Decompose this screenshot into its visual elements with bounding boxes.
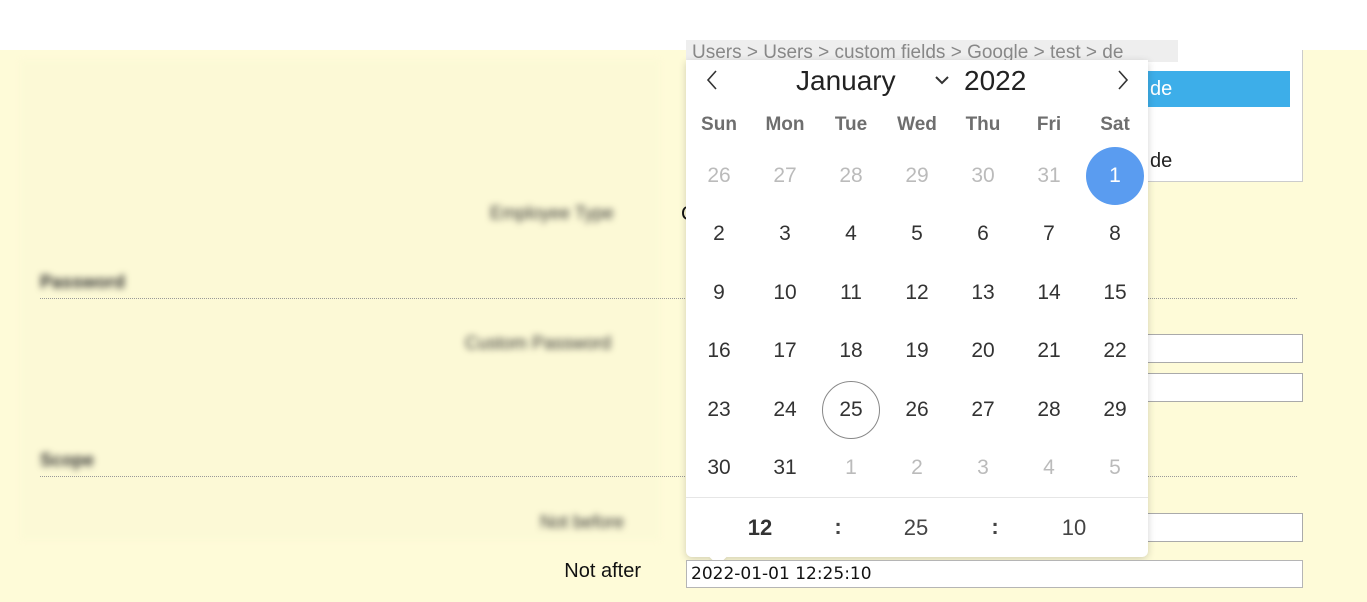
calendar-day[interactable]: 16 [690,322,748,380]
calendar-day-outside[interactable]: 1 [822,439,880,497]
calendar-day[interactable]: 26 [888,381,946,439]
list-item[interactable]: de [1148,143,1290,179]
breadcrumb: Users > Users > custom fields > Google >… [686,40,1178,62]
calendar-day-outside[interactable]: 5 [1086,439,1144,497]
calendar-day-outside[interactable]: 31 [1020,147,1078,205]
list-item-selected[interactable]: de [1148,71,1290,107]
minute-input[interactable]: 25 [886,498,946,558]
calendar-day[interactable]: 2 [690,205,748,263]
calendar-day[interactable]: 18 [822,322,880,380]
employee-type-label: Employee Type [490,203,614,223]
password-section-heading: Password [40,272,126,292]
calendar-day[interactable]: 29 [1086,381,1144,439]
not-before-label: Not before [540,512,625,532]
calendar-day-today[interactable]: 25 [822,381,880,439]
calendar-day[interactable]: 30 [690,439,748,497]
calendar-day-outside[interactable]: 29 [888,147,946,205]
weekday-label: Fri [1036,114,1062,135]
not-before-input[interactable] [1140,513,1303,542]
time-separator: : [991,514,999,539]
scope-section-heading: Scope [40,450,95,470]
calendar-day[interactable]: 24 [756,381,814,439]
calendar-day-outside[interactable]: 4 [1020,439,1078,497]
calendar-day[interactable]: 23 [690,381,748,439]
prev-month-button[interactable] [698,66,726,94]
date-picker-popup: January 2022 Sun Mon Tue Wed Thu Fri Sat 26 27 2… [686,60,1148,566]
calendar-day[interactable]: 22 [1086,322,1144,380]
calendar-day-outside[interactable]: 27 [756,147,814,205]
calendar-day-outside[interactable]: 26 [690,147,748,205]
calendar-day-outside[interactable]: 28 [822,147,880,205]
chevron-down-icon[interactable] [934,72,950,88]
weekday-label: Tue [834,114,868,135]
calendar-day[interactable]: 12 [888,264,946,322]
custom-password-repeat-input[interactable] [1140,373,1303,402]
calendar-day[interactable]: 9 [690,264,748,322]
custom-password-input[interactable] [1140,334,1303,363]
calendar-day[interactable]: 19 [888,322,946,380]
calendar-day[interactable]: 28 [1020,381,1078,439]
calendar-day[interactable]: 10 [756,264,814,322]
calendar-day-outside[interactable]: 30 [954,147,1012,205]
calendar-day[interactable]: 27 [954,381,1012,439]
time-picker: 12 : 25 : 10 [686,497,1148,558]
calendar-day[interactable]: 4 [822,205,880,263]
calendar-day[interactable]: 31 [756,439,814,497]
weekday-label: Thu [965,114,1001,135]
calendar-day[interactable]: 3 [756,205,814,263]
month-select[interactable]: January [796,62,896,100]
calendar-day[interactable]: 5 [888,205,946,263]
blurred-form-area [20,60,660,540]
second-input[interactable]: 10 [1044,498,1104,558]
next-month-button[interactable] [1109,66,1137,94]
not-after-label: Not after [564,560,641,582]
calendar-day-outside[interactable]: 3 [954,439,1012,497]
calendar-day[interactable]: 6 [954,205,1012,263]
custom-password-label: Custom Password [465,333,612,353]
not-after-input[interactable]: 2022-01-01 12:25:10 [686,560,1303,588]
calendar-day[interactable]: 8 [1086,205,1144,263]
user-list-panel: de de de [1148,43,1303,182]
calendar-day-outside[interactable]: 2 [888,439,946,497]
calendar-day[interactable]: 14 [1020,264,1078,322]
hour-input[interactable]: 12 [730,498,790,558]
weekday-label: Sun [701,114,737,135]
calendar-day[interactable]: 13 [954,264,1012,322]
chevron-left-icon [706,70,717,90]
time-separator: : [834,514,842,539]
calendar-day[interactable]: 15 [1086,264,1144,322]
weekday-label: Mon [765,114,805,135]
calendar-day[interactable]: 7 [1020,205,1078,263]
weekday-label: Wed [897,114,937,135]
calendar-day[interactable]: 21 [1020,322,1078,380]
calendar-day[interactable]: 11 [822,264,880,322]
year-input[interactable]: 2022 [964,62,1026,100]
calendar-day[interactable]: 20 [954,322,1012,380]
weekday-label: Sat [1100,114,1130,135]
calendar-day[interactable]: 17 [756,322,814,380]
calendar-day-selected[interactable]: 1 [1086,147,1144,205]
chevron-right-icon [1118,70,1129,90]
